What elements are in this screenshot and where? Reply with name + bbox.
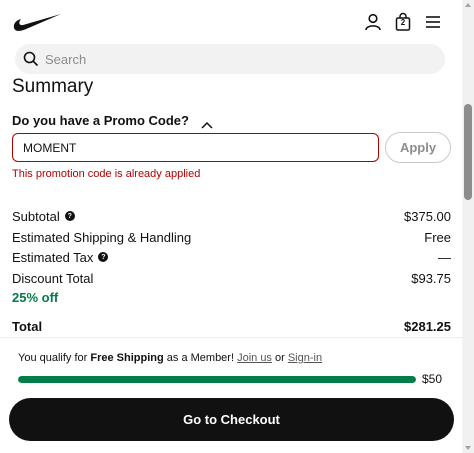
discount-label: Discount Total [12, 270, 94, 286]
shipping-label: Estimated Shipping & Handling [12, 229, 192, 245]
subtotal-value: $375.00 [404, 208, 451, 224]
tax-row: Estimated Tax? — [12, 248, 451, 266]
hamburger-menu-icon[interactable] [423, 12, 443, 32]
scroll-up-arrow-icon[interactable] [465, 3, 471, 7]
subtotal-row: Subtotal? $375.00 [12, 207, 451, 225]
scrollbar[interactable] [462, 0, 474, 453]
search-input[interactable] [45, 44, 435, 74]
free-shipping-progress-bar [18, 376, 416, 383]
promo-code-toggle[interactable]: Do you have a Promo Code? [12, 111, 213, 129]
scroll-down-arrow-icon[interactable] [465, 446, 471, 450]
total-label: Total [12, 318, 43, 334]
discount-value: $93.75 [411, 270, 451, 286]
promo-code-input[interactable] [12, 133, 379, 162]
join-us-link[interactable]: Join us [237, 352, 272, 364]
shopping-bag-icon[interactable]: 2 [393, 12, 413, 32]
free-shipping-banner: You qualify for Free Shipping as a Membe… [0, 337, 462, 391]
shipping-text-middle: as a Member! [163, 352, 238, 364]
go-to-checkout-button[interactable]: Go to Checkout [9, 398, 454, 441]
free-shipping-message: You qualify for Free Shipping as a Membe… [18, 352, 322, 364]
total-value: $281.25 [404, 318, 451, 334]
promo-code-question: Do you have a Promo Code? [12, 112, 189, 128]
progress-fill [18, 376, 416, 383]
total-row: Total $281.25 [12, 317, 451, 335]
progress-threshold: $50 [422, 372, 443, 386]
search-icon[interactable] [23, 51, 39, 67]
discount-row: Discount Total $93.75 [12, 269, 451, 287]
summary-title: Summary [12, 76, 94, 96]
info-icon[interactable]: ? [98, 252, 109, 262]
bag-count-badge: 2 [400, 18, 406, 27]
nike-swoosh-icon[interactable] [12, 12, 62, 32]
shipping-row: Estimated Shipping & Handling Free [12, 228, 451, 246]
promo-error-message: This promotion code is already applied [12, 168, 201, 180]
discount-percent: 25% off [12, 290, 59, 305]
tax-label: Estimated Tax [12, 249, 94, 265]
chevron-up-icon[interactable] [201, 116, 213, 129]
apply-promo-button[interactable]: Apply [385, 132, 451, 163]
subtotal-label: Subtotal [12, 208, 60, 224]
search-bar[interactable] [15, 44, 445, 74]
shipping-value: Free [424, 229, 451, 245]
info-icon[interactable]: ? [64, 211, 75, 221]
sign-in-link[interactable]: Sign-in [288, 352, 322, 364]
header: 2 [0, 0, 462, 44]
tax-value: — [438, 249, 451, 265]
scroll-thumb[interactable] [464, 104, 472, 200]
shipping-text-bold: Free Shipping [90, 352, 164, 364]
person-icon[interactable] [363, 12, 383, 32]
shipping-text-or: or [271, 352, 288, 364]
shipping-text-prefix: You qualify for [18, 352, 91, 364]
